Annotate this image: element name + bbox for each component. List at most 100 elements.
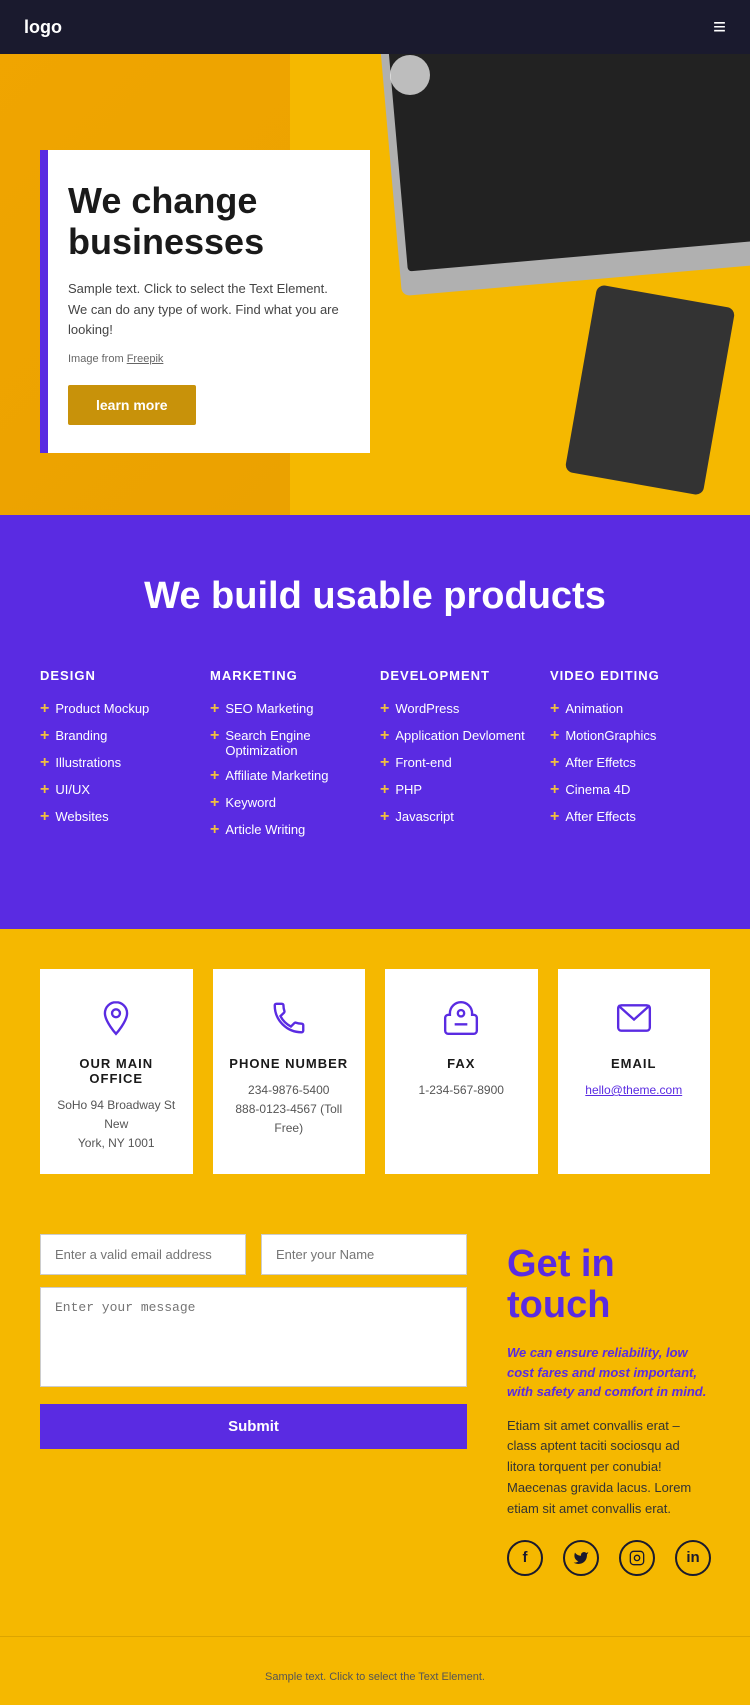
twitter-icon[interactable] — [563, 1540, 599, 1576]
hero-accent-bar — [40, 150, 48, 453]
marketing-list: +SEO Marketing +Search Engine Optimizati… — [210, 701, 370, 839]
video-editing-column: VIDEO EDITING +Animation +MotionGraphics… — [550, 668, 710, 849]
plus-icon: + — [210, 794, 219, 812]
list-item: +Illustrations — [40, 755, 200, 772]
email-link[interactable]: hello@theme.com — [585, 1083, 682, 1097]
list-item: +PHP — [380, 782, 540, 799]
list-item: +Product Mockup — [40, 701, 200, 718]
contact-section: Submit Get in touch We can ensure reliab… — [0, 1214, 750, 1636]
logo: logo — [24, 17, 62, 38]
instagram-icon[interactable] — [619, 1540, 655, 1576]
development-column: DEVELOPMENT +WordPress +Application Devl… — [380, 668, 540, 849]
list-item: +Application Devloment — [380, 728, 540, 745]
plus-icon: + — [210, 767, 219, 785]
design-heading: DESIGN — [40, 668, 200, 683]
email-icon — [615, 999, 653, 1044]
message-textarea[interactable] — [40, 1287, 467, 1387]
plus-icon: + — [210, 700, 219, 718]
footer-text: Sample text. Click to select the Text El… — [265, 1671, 485, 1683]
plus-icon: + — [40, 754, 49, 772]
office-card: OUR MAIN OFFICE SoHo 94 Broadway St New … — [40, 969, 193, 1174]
plus-icon: + — [380, 808, 389, 826]
hero-image-credit: Image from Freepik — [68, 353, 342, 365]
coffee-cup — [390, 55, 430, 95]
menu-icon[interactable]: ≡ — [713, 14, 726, 40]
info-side: Get in touch We can ensure reliability, … — [507, 1234, 711, 1576]
hero-title: We change businesses — [68, 180, 342, 263]
plus-icon: + — [550, 754, 559, 772]
plus-icon: + — [40, 808, 49, 826]
facebook-icon[interactable]: f — [507, 1540, 543, 1576]
office-title: OUR MAIN OFFICE — [55, 1056, 178, 1086]
design-column: DESIGN +Product Mockup +Branding +Illust… — [40, 668, 200, 849]
development-list: +WordPress +Application Devloment +Front… — [380, 701, 540, 826]
list-item: +Affiliate Marketing — [210, 768, 370, 785]
development-heading: DEVELOPMENT — [380, 668, 540, 683]
design-list: +Product Mockup +Branding +Illustrations… — [40, 701, 200, 826]
plus-icon: + — [380, 754, 389, 772]
learn-more-button[interactable]: learn more — [68, 385, 196, 425]
plus-icon: + — [550, 727, 559, 745]
list-item: +Front-end — [380, 755, 540, 772]
linkedin-icon[interactable]: in — [675, 1540, 711, 1576]
submit-button[interactable]: Submit — [40, 1404, 467, 1449]
freepik-link[interactable]: Freepik — [127, 353, 164, 365]
video-editing-list: +Animation +MotionGraphics +After Effetc… — [550, 701, 710, 826]
products-title: We build usable products — [40, 575, 710, 618]
video-editing-heading: VIDEO EDITING — [550, 668, 710, 683]
phone-icon — [270, 999, 308, 1044]
get-in-touch-italic: We can ensure reliability, low cost fare… — [507, 1343, 711, 1402]
tablet-decoration — [565, 284, 736, 495]
plus-icon: + — [40, 700, 49, 718]
plus-icon: + — [40, 781, 49, 799]
list-item: +Keyword — [210, 795, 370, 812]
form-side: Submit — [40, 1234, 467, 1576]
plus-icon: + — [40, 727, 49, 745]
list-item: +After Effects — [550, 809, 710, 826]
office-address: SoHo 94 Broadway St New York, NY 1001 — [55, 1096, 178, 1154]
location-icon — [97, 999, 135, 1044]
email-title: EMAIL — [611, 1056, 656, 1071]
products-grid: DESIGN +Product Mockup +Branding +Illust… — [40, 668, 710, 849]
fax-icon — [442, 999, 480, 1044]
footer: Sample text. Click to select the Text El… — [0, 1636, 750, 1705]
fax-card: FAX 1-234-567-8900 — [385, 969, 538, 1174]
name-input[interactable] — [261, 1234, 467, 1275]
hero-card: We change businesses Sample text. Click … — [40, 150, 370, 453]
get-in-touch-body: Etiam sit amet convallis erat – class ap… — [507, 1416, 711, 1520]
plus-icon: + — [380, 700, 389, 718]
social-icons: f in — [507, 1540, 711, 1576]
hero-body: Sample text. Click to select the Text El… — [68, 279, 342, 341]
plus-icon: + — [380, 727, 389, 745]
list-item: +Cinema 4D — [550, 782, 710, 799]
fax-title: FAX — [447, 1056, 475, 1071]
list-item: +Search Engine Optimization — [210, 728, 370, 758]
list-item: +WordPress — [380, 701, 540, 718]
form-row-top — [40, 1234, 467, 1275]
plus-icon: + — [210, 821, 219, 839]
fax-number: 1-234-567-8900 — [419, 1081, 504, 1100]
plus-icon: + — [550, 781, 559, 799]
list-item: +Javascript — [380, 809, 540, 826]
plus-icon: + — [380, 781, 389, 799]
phone-numbers: 234-9876-5400 888-0123-4567 (Toll Free) — [228, 1081, 351, 1139]
list-item: +MotionGraphics — [550, 728, 710, 745]
plus-icon: + — [550, 808, 559, 826]
email-card: EMAIL hello@theme.com — [558, 969, 711, 1174]
list-item: +UI/UX — [40, 782, 200, 799]
list-item: +After Effetcs — [550, 755, 710, 772]
contact-cards-section: OUR MAIN OFFICE SoHo 94 Broadway St New … — [0, 929, 750, 1214]
phone-card: PHONE NUMBER 234-9876-5400 888-0123-4567… — [213, 969, 366, 1174]
marketing-column: MARKETING +SEO Marketing +Search Engine … — [210, 668, 370, 849]
plus-icon: + — [210, 727, 219, 745]
marketing-heading: MARKETING — [210, 668, 370, 683]
plus-icon: + — [550, 700, 559, 718]
get-in-touch-title: Get in touch — [507, 1244, 711, 1328]
list-item: +SEO Marketing — [210, 701, 370, 718]
phone-title: PHONE NUMBER — [229, 1056, 348, 1071]
list-item: +Websites — [40, 809, 200, 826]
email-input[interactable] — [40, 1234, 246, 1275]
list-item: +Animation — [550, 701, 710, 718]
list-item: +Article Writing — [210, 822, 370, 839]
header: logo ≡ — [0, 0, 750, 54]
